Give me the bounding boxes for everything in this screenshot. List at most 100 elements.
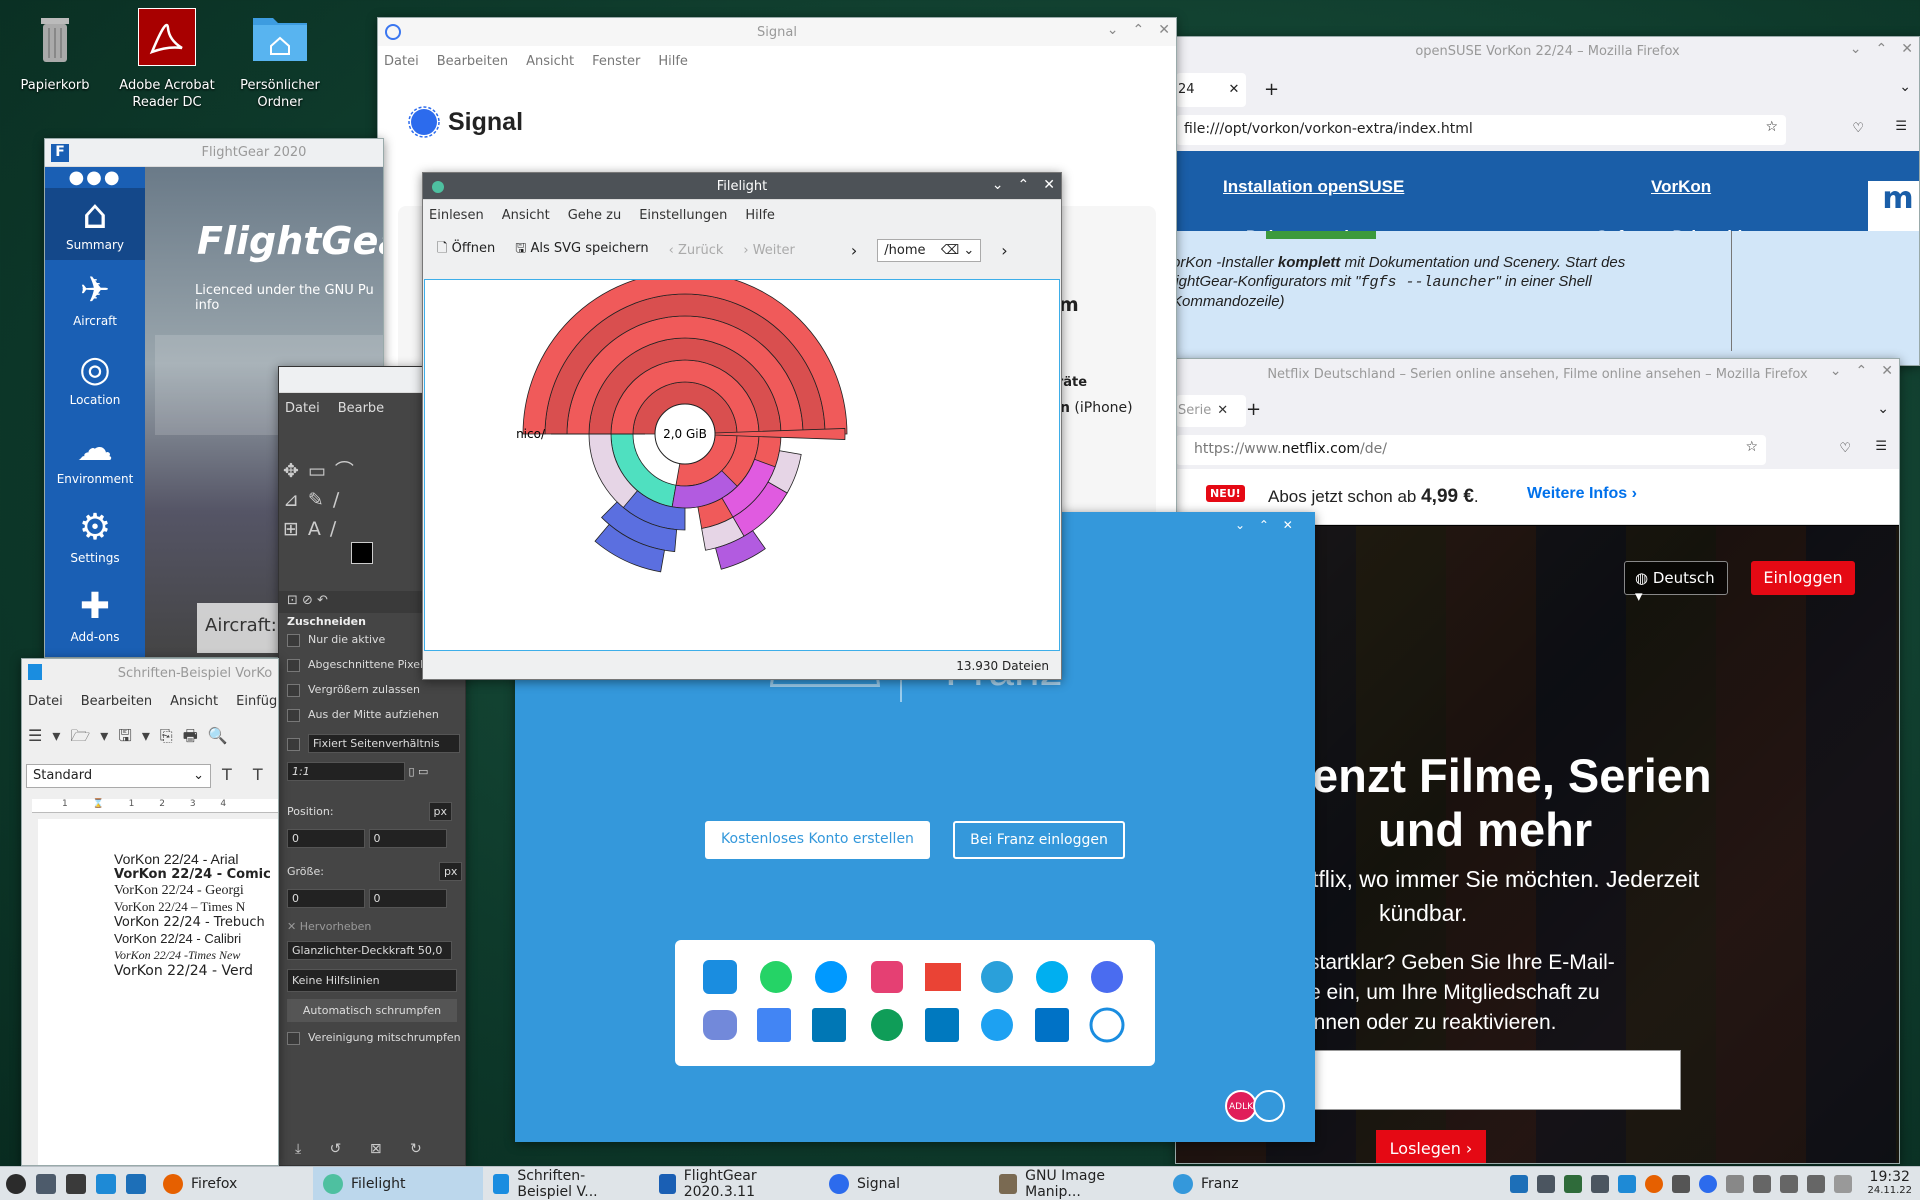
clock[interactable]: 19:32 24.11.22 — [1867, 1170, 1912, 1198]
position-fields[interactable]: 0 0 — [287, 829, 447, 848]
pocket-icon[interactable]: ♡ — [1839, 441, 1851, 456]
tray-folder-icon[interactable] — [1618, 1175, 1637, 1193]
menu-fenster[interactable]: Fenster — [592, 54, 640, 69]
task-writer[interactable]: Schriften-Beispiel V... — [483, 1167, 649, 1200]
tray-vpn-icon[interactable] — [1672, 1175, 1691, 1193]
tray-console-icon[interactable] — [1591, 1175, 1610, 1193]
style-buttons[interactable]: T T — [222, 765, 271, 784]
nav-location[interactable]: ◎ Location — [45, 339, 145, 418]
paragraph-style-select[interactable]: Standard ⌄ — [26, 764, 211, 788]
auto-shrink-button[interactable]: Automatisch schrumpfen — [287, 999, 457, 1022]
opt-fixed-ratio[interactable]: Fixiert Seitenverhältnis — [287, 734, 460, 753]
url-bar[interactable]: https://www.netflix.com/de/☆ — [1176, 435, 1766, 465]
url-bar[interactable]: file:///opt/vorkon/vorkon-extra/index.ht… — [1176, 115, 1786, 145]
terminal-icon[interactable] — [66, 1173, 86, 1194]
menu-einfuegen[interactable]: Einfüge — [236, 694, 278, 709]
nav-summary[interactable]: ⌂ Summary — [45, 188, 145, 260]
file-manager-icon[interactable] — [126, 1173, 146, 1194]
franz-login-button[interactable]: Bei Franz einloggen — [953, 821, 1125, 859]
folder-label[interactable]: nico/ — [516, 427, 546, 441]
tray-clipboard-icon[interactable] — [1726, 1175, 1745, 1193]
size-fields[interactable]: 0 0 — [287, 889, 447, 908]
path-input[interactable]: /home ⌫ ⌄ — [877, 238, 982, 262]
tray-signal-icon[interactable] — [1699, 1175, 1718, 1193]
opt-from-center[interactable]: Aus der Mitte aufziehen — [287, 708, 439, 722]
nav-environment[interactable]: ☁ Environment — [45, 418, 145, 497]
nav-settings[interactable]: ⚙ Settings — [45, 497, 145, 576]
tray-battery-icon[interactable] — [1753, 1175, 1772, 1193]
close-icon[interactable]: ✕ — [1158, 22, 1170, 38]
tray-window-icon[interactable] — [1510, 1175, 1529, 1193]
minimize-icon[interactable]: ⌄ — [1830, 363, 1842, 379]
task-gimp[interactable]: GNU Image Manip... — [989, 1167, 1163, 1200]
link-vorkon[interactable]: VorKon — [1651, 177, 1711, 197]
email-input[interactable] — [1306, 1050, 1681, 1110]
writer-toolbar[interactable]: ☰▾🗁▾🖫▾⎘🖶🔍 — [28, 725, 238, 752]
tray-expand-icon[interactable] — [1834, 1175, 1853, 1193]
link-installation[interactable]: Installation openSUSE — [1223, 177, 1404, 197]
opt-delete-pixels[interactable]: Abgeschnittene Pixel — [287, 658, 423, 672]
tray-mail-icon[interactable] — [1564, 1175, 1583, 1193]
open-button[interactable]: 🗋 Öffnen — [437, 239, 495, 261]
close-icon[interactable]: ✕ — [1043, 177, 1055, 193]
menu-datei[interactable]: Datei — [28, 694, 63, 709]
nav-addons[interactable]: ✚ Add-ons — [45, 576, 145, 655]
save-svg-button[interactable]: 🖫 Als SVG speichern — [515, 239, 648, 261]
software-icon[interactable] — [96, 1173, 116, 1194]
minimize-icon[interactable]: ⌄ — [1107, 22, 1119, 38]
close-tab-icon[interactable]: ✕ — [1229, 82, 1240, 97]
tray-terminal-icon[interactable] — [1537, 1175, 1556, 1193]
menu-bearbeiten[interactable]: Bearbe — [338, 401, 384, 416]
task-franz[interactable]: Franz — [1163, 1167, 1283, 1200]
guides-select[interactable]: Keine Hilfslinien — [287, 969, 457, 992]
minimize-icon[interactable]: ⌄ — [992, 177, 1004, 193]
menu-bearbeiten[interactable]: Bearbeiten — [437, 54, 508, 69]
browser-tab[interactable]: 24 ✕ — [1176, 73, 1246, 107]
menu-datei[interactable]: Datei — [285, 401, 320, 416]
login-button[interactable]: Einloggen — [1751, 561, 1855, 595]
highlight-opacity[interactable]: Glanzlichter-Deckkraft 50,0 — [287, 941, 452, 960]
new-tab-icon[interactable]: + — [1264, 79, 1279, 100]
bookmark-star-icon[interactable]: ☆ — [1765, 119, 1778, 135]
close-icon[interactable]: ✕ — [1901, 41, 1913, 57]
nav-aircraft[interactable]: ✈ Aircraft — [45, 260, 145, 339]
task-firefox[interactable]: Firefox — [153, 1167, 313, 1200]
go-icon[interactable]: › — [1001, 241, 1007, 260]
desktop-icon-trash[interactable]: Papierkorb — [0, 8, 110, 94]
fg-color-swatch[interactable] — [351, 542, 373, 564]
minimize-icon[interactable]: ⌄ — [1850, 41, 1862, 57]
more-info-link[interactable]: Weitere Infos › — [1527, 485, 1637, 503]
new-tab-icon[interactable]: + — [1246, 399, 1261, 420]
gimp-dock-buttons[interactable]: ⤓ ↺ ⊠ ↻ — [279, 1137, 465, 1165]
pocket-icon[interactable]: ♡ — [1852, 121, 1864, 136]
ratio-field[interactable]: 1:1 ▯ ▭ — [287, 762, 428, 781]
radial-map[interactable]: 2,0 GiB nico/ — [424, 271, 1060, 651]
gimp-toolbox[interactable]: ✥▭⌒ ⊿✎∕ ⊞A∕ — [283, 457, 373, 544]
menu-einstellungen[interactable]: Einstellungen — [639, 208, 727, 223]
bookmark-star-icon[interactable]: ☆ — [1745, 439, 1758, 455]
opt-active-layer[interactable]: Nur die aktive — [287, 633, 385, 647]
tray-network-icon[interactable] — [1807, 1175, 1826, 1193]
tab-list-icon[interactable]: ⌄ — [1877, 401, 1889, 417]
start-button[interactable]: Loslegen › — [1376, 1130, 1486, 1163]
menu-ansicht[interactable]: Ansicht — [502, 208, 550, 223]
tab-list-icon[interactable]: ⌄ — [1899, 79, 1911, 95]
dots-icon[interactable]: ●●● — [45, 167, 145, 188]
show-desktop-icon[interactable] — [36, 1173, 56, 1194]
opt-allow-grow[interactable]: Vergrößern zulassen — [287, 683, 420, 697]
close-tab-icon[interactable]: ✕ — [1217, 403, 1228, 418]
opt-shrink-merged[interactable]: Vereinigung mitschrumpfen — [287, 1031, 461, 1045]
task-signal[interactable]: Signal — [819, 1167, 989, 1200]
opt-highlight[interactable]: ✕ Hervorheben — [287, 920, 371, 933]
maximize-icon[interactable]: ⌃ — [1133, 22, 1145, 38]
avatar-2[interactable] — [1253, 1090, 1285, 1122]
language-select[interactable]: ◍ Deutsch ▾ — [1624, 561, 1728, 605]
maximize-icon[interactable]: ⌃ — [1876, 41, 1888, 57]
task-filelight[interactable]: Filelight — [313, 1166, 483, 1200]
back-button[interactable]: ‹ Zurück — [669, 243, 724, 258]
task-flightgear[interactable]: FlightGear 2020.3.11 — [649, 1167, 819, 1200]
chevron-right-icon[interactable]: › — [851, 241, 857, 260]
browser-tab[interactable]: Serie ✕ — [1176, 395, 1246, 427]
menu-icon[interactable]: ☰ — [1875, 439, 1887, 454]
create-account-button[interactable]: Kostenloses Konto erstellen — [705, 821, 930, 859]
